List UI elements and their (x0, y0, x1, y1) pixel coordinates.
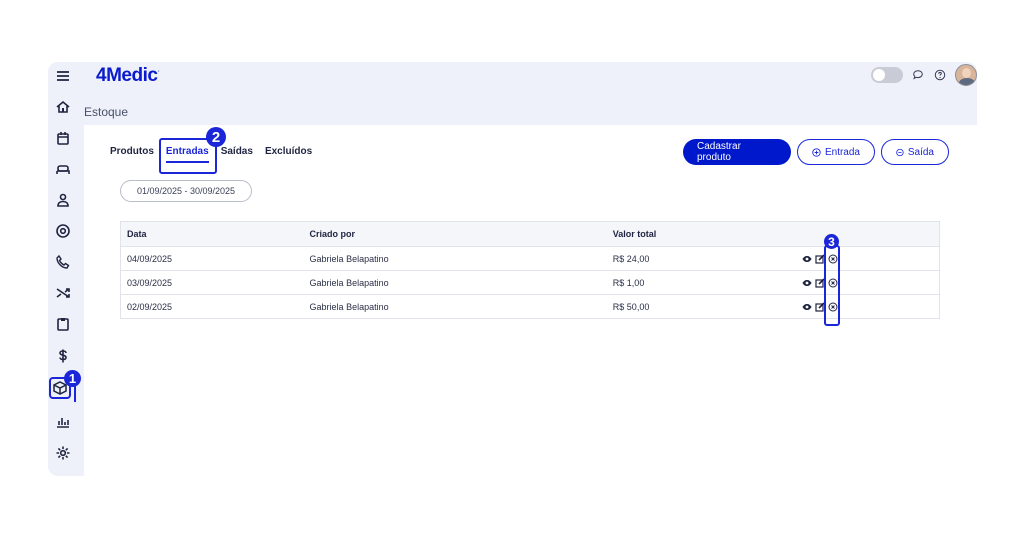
home-icon[interactable] (52, 96, 74, 118)
header-total: Valor total (612, 229, 657, 239)
chart-icon[interactable] (52, 411, 74, 433)
page-title: Estoque (84, 105, 129, 119)
shuffle-icon[interactable] (52, 282, 74, 304)
cell-total: R$ 50,00 (612, 301, 650, 312)
plus-circle-icon (812, 147, 821, 157)
app-logo[interactable]: 4Medic· (96, 65, 160, 87)
gear-icon[interactable] (52, 442, 74, 464)
dollar-icon[interactable] (52, 345, 74, 367)
date-range-filter[interactable]: 01/09/2025 - 30/09/2025 (120, 180, 252, 202)
sofa-icon[interactable] (52, 158, 74, 180)
header-date: Data (127, 229, 147, 239)
sidebar: 1 (48, 62, 84, 476)
entries-table: Data Criado por Valor total 04/09/2025 G… (120, 221, 940, 319)
top-right-tools (871, 64, 977, 86)
create-product-button[interactable]: Cadastrar produto (683, 139, 791, 165)
at-icon[interactable] (52, 220, 74, 242)
cell-date: 02/09/2025 (127, 301, 173, 312)
step-badge-2: 2 (206, 127, 226, 147)
minus-circle-icon (896, 148, 904, 156)
cell-total: R$ 1,00 (612, 277, 645, 288)
row-actions (796, 277, 939, 288)
tab-produtos[interactable]: Produtos (110, 146, 154, 161)
app-frame: 1 4Medic· Estoque Produtos Entradas Saíd… (48, 62, 977, 476)
row-actions (796, 253, 939, 264)
clipboard-icon[interactable] (52, 313, 74, 335)
step-badge-3: 3 (824, 234, 839, 249)
cell-created-by: Gabriela Belapatino (309, 301, 389, 312)
action-buttons: Cadastrar produto Entrada Saída (683, 139, 949, 165)
phone-icon[interactable] (52, 251, 74, 273)
calendar-icon[interactable] (52, 127, 74, 149)
header-created-by: Criado por (309, 229, 356, 239)
main-panel: Produtos Entradas Saídas Excluídos 2 Cad… (84, 125, 977, 476)
table-header: Data Criado por Valor total (121, 222, 939, 246)
table-row: 03/09/2025 Gabriela Belapatino R$ 1,00 (121, 270, 939, 294)
user-icon[interactable] (52, 189, 74, 211)
table-row: 02/09/2025 Gabriela Belapatino R$ 50,00 (121, 294, 939, 318)
row-actions (796, 301, 939, 312)
eye-icon[interactable] (802, 278, 812, 288)
chat-icon[interactable] (911, 68, 925, 82)
help-icon[interactable] (933, 68, 947, 82)
exit-button[interactable]: Saída (881, 139, 949, 165)
step-badge-1: 1 (64, 370, 81, 387)
eye-icon[interactable] (802, 254, 812, 264)
delete-column-highlight (824, 245, 840, 326)
cell-date: 04/09/2025 (127, 253, 173, 264)
cell-total: R$ 24,00 (612, 253, 650, 264)
tab-saidas[interactable]: Saídas (221, 146, 253, 161)
theme-toggle[interactable] (871, 67, 903, 83)
cell-date: 03/09/2025 (127, 277, 173, 288)
table-row: 04/09/2025 Gabriela Belapatino R$ 24,00 (121, 246, 939, 270)
menu-icon[interactable] (52, 65, 74, 87)
cell-created-by: Gabriela Belapatino (309, 277, 389, 288)
eye-icon[interactable] (802, 302, 812, 312)
tab-excluidos[interactable]: Excluídos (265, 146, 312, 161)
top-bar: 4Medic· (84, 62, 977, 92)
user-avatar[interactable] (955, 64, 977, 86)
entry-button[interactable]: Entrada (797, 139, 875, 165)
cell-created-by: Gabriela Belapatino (309, 253, 389, 264)
